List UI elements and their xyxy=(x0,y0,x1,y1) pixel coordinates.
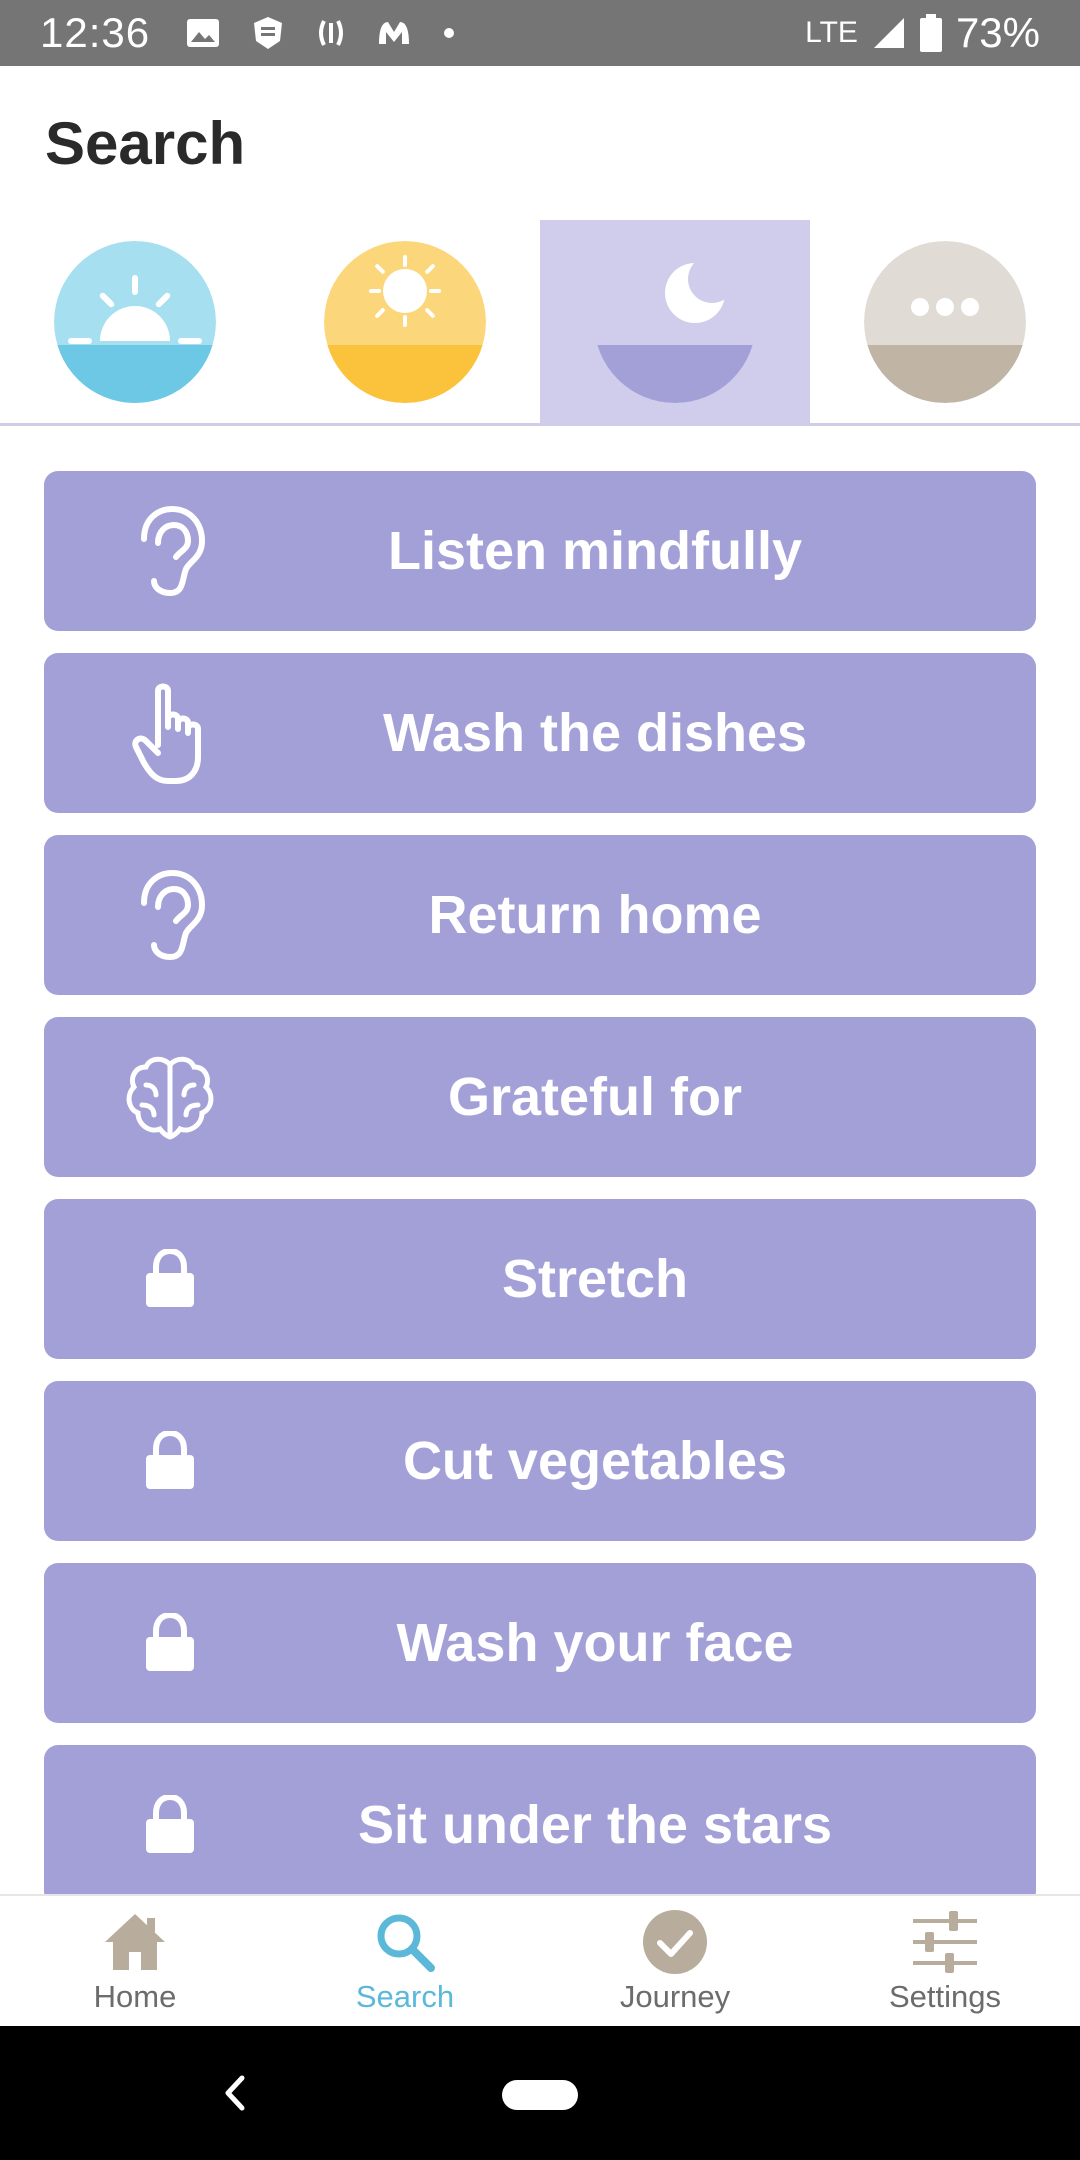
activity-item[interactable]: Wash your face xyxy=(44,1563,1036,1723)
notification-icons xyxy=(186,15,456,51)
home-icon xyxy=(100,1907,170,1977)
nav-label: Settings xyxy=(888,1979,1001,2014)
dot-icon xyxy=(444,28,455,38)
tab-morning[interactable] xyxy=(0,220,270,423)
battery-icon xyxy=(919,14,942,52)
hand-pointer-icon xyxy=(122,683,218,784)
activity-label: Grateful for xyxy=(447,1067,743,1127)
tab-more[interactable] xyxy=(810,220,1080,423)
sun-icon xyxy=(324,240,486,403)
activity-item[interactable]: Wash the dishes xyxy=(44,653,1036,813)
system-nav-bar xyxy=(0,2026,1080,2160)
image-notification-icon xyxy=(187,19,220,47)
activity-label: Cut vegetables xyxy=(402,1431,788,1491)
lock-icon xyxy=(122,1595,218,1691)
more-icon xyxy=(864,240,1026,403)
network-type: LTE xyxy=(805,16,858,49)
ear-icon xyxy=(122,503,218,599)
app-notification-icon xyxy=(254,17,283,49)
activity-label: Stretch xyxy=(501,1249,689,1309)
lock-icon xyxy=(122,1413,218,1509)
search-icon xyxy=(370,1907,440,1977)
activity-list: Listen mindfully Wash the dishes Return … xyxy=(0,426,1080,1894)
status-right: LTE 73% xyxy=(805,9,1040,57)
nav-home[interactable]: Home xyxy=(0,1896,270,2026)
battery-percent: 73% xyxy=(955,9,1040,56)
activity-item[interactable]: Listen mindfully xyxy=(44,471,1036,631)
sunrise-icon xyxy=(54,240,216,403)
tab-night[interactable] xyxy=(540,220,810,423)
lock-icon xyxy=(122,1231,218,1327)
activity-label: Wash the dishes xyxy=(382,703,808,763)
activity-item[interactable]: Return home xyxy=(44,835,1036,995)
activity-item[interactable]: Grateful for xyxy=(44,1017,1036,1177)
moon-icon xyxy=(594,240,756,403)
brain-icon xyxy=(122,1049,218,1145)
signal-icon xyxy=(873,18,904,48)
activity-label: Return home xyxy=(428,885,762,945)
nav-label: Search xyxy=(355,1979,455,2014)
status-time: 12:36 xyxy=(40,9,151,56)
nav-journey[interactable]: Journey xyxy=(540,1896,810,2026)
lock-icon xyxy=(122,1777,218,1873)
activity-item[interactable]: Sit under the stars xyxy=(44,1745,1036,1894)
nav-settings[interactable]: Settings xyxy=(810,1896,1080,2026)
nav-label: Home xyxy=(93,1979,177,2014)
tab-day[interactable] xyxy=(270,220,540,423)
time-of-day-tabs xyxy=(0,220,1080,426)
nav-label: Journey xyxy=(619,1979,731,2014)
activity-label: Listen mindfully xyxy=(387,521,803,581)
bottom-nav: Home Search Journey Settings xyxy=(0,1894,1080,2026)
activity-item[interactable]: Stretch xyxy=(44,1199,1036,1359)
activity-item[interactable]: Cut vegetables xyxy=(44,1381,1036,1541)
sliders-icon xyxy=(910,1907,980,1977)
ear-icon xyxy=(122,867,218,963)
activity-label: Sit under the stars xyxy=(357,1795,833,1855)
swap-notification-icon xyxy=(319,20,344,46)
activity-label: Wash your face xyxy=(396,1613,794,1673)
page-title: Search xyxy=(45,109,246,177)
check-circle-icon xyxy=(640,1907,710,1977)
malwarebytes-notification-icon xyxy=(379,22,410,44)
back-icon[interactable] xyxy=(218,2070,254,2116)
home-pill[interactable] xyxy=(502,2080,578,2110)
nav-search[interactable]: Search xyxy=(270,1896,540,2026)
status-bar: 12:36 LTE 73% xyxy=(0,0,1080,66)
header: Search xyxy=(0,66,1080,220)
